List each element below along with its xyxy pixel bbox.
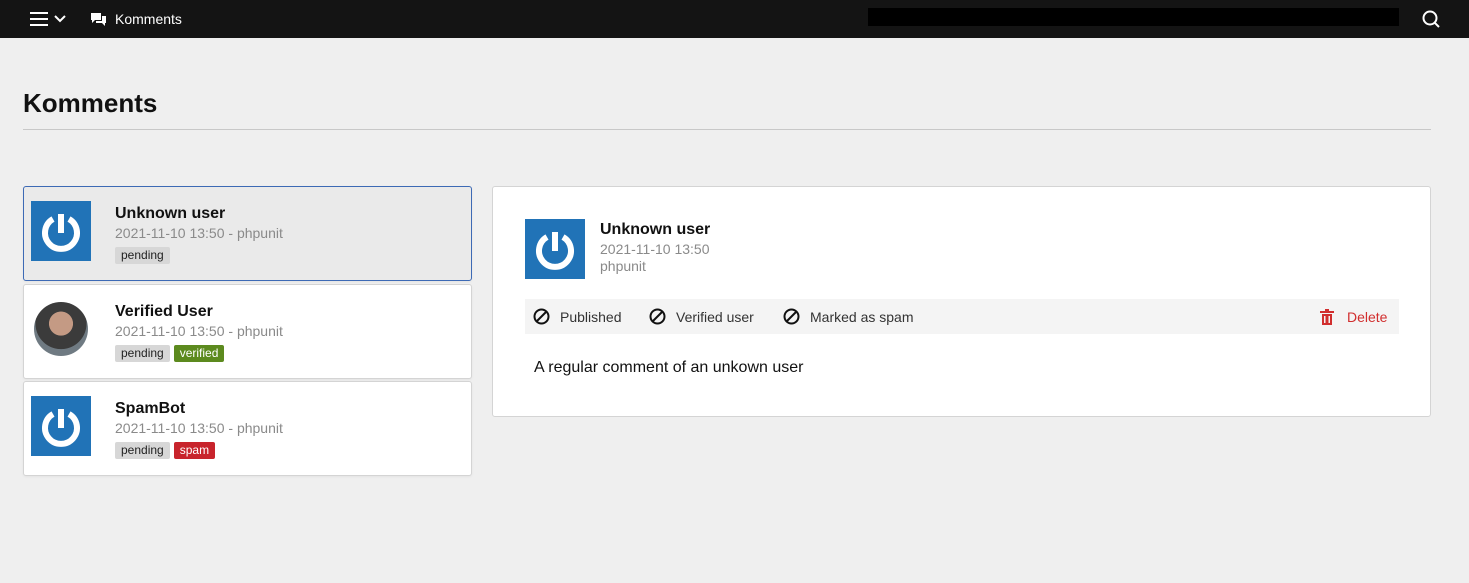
search-button[interactable] <box>1420 8 1442 30</box>
pending-badge: pending <box>115 442 170 459</box>
badge-group: pending spam <box>115 442 216 459</box>
published-label: Published <box>560 308 622 325</box>
delete-label: Delete <box>1347 308 1388 325</box>
comment-author-name: Unknown user <box>115 205 226 222</box>
marked-as-spam-label: Marked as spam <box>810 308 914 325</box>
comments-icon <box>91 12 106 26</box>
comment-list-item[interactable]: Unknown user 2021-11-10 13:50 - phpunit … <box>23 186 472 281</box>
page-title: Komments <box>23 88 158 118</box>
comment-list-item[interactable]: SpamBot 2021-11-10 13:50 - phpunit pendi… <box>23 381 472 476</box>
comment-list-item[interactable]: Verified User 2021-11-10 13:50 - phpunit… <box>23 284 472 379</box>
comment-author-name: SpamBot <box>115 400 186 417</box>
comment-body: A regular comment of an unkown user <box>534 359 804 376</box>
badge-group: pending <box>115 247 170 264</box>
user-photo-avatar <box>31 299 91 359</box>
title-divider <box>23 129 1431 130</box>
ban-icon <box>783 308 800 325</box>
comment-detail-panel: Unknown user 2021-11-10 13:50 phpunit Pu… <box>492 186 1431 417</box>
app-title[interactable]: Komments <box>90 9 182 29</box>
app-title-label: Komments <box>115 11 182 27</box>
user-photo <box>34 302 88 356</box>
delete-button[interactable]: Delete <box>1320 299 1387 334</box>
badge-group: pending verified <box>115 345 225 362</box>
ban-icon <box>533 308 550 325</box>
ban-icon <box>649 308 666 325</box>
hamburger-icon <box>30 12 48 26</box>
spam-badge: spam <box>173 442 216 459</box>
action-bar: Published Verified user Marked as spam D… <box>525 299 1399 334</box>
comment-meta: 2021-11-10 13:50 - phpunit <box>115 323 283 339</box>
chevron-down-icon <box>54 15 66 23</box>
search-icon <box>1422 10 1440 28</box>
pending-badge: pending <box>115 247 170 264</box>
typo3-logo-avatar <box>31 201 91 261</box>
typo3-logo-avatar <box>525 219 585 279</box>
menu-toggle-button[interactable] <box>30 9 72 29</box>
redacted-region <box>868 8 1399 26</box>
comment-author-name: Verified User <box>115 303 213 320</box>
verified-user-toggle[interactable]: Verified user <box>649 299 754 334</box>
detail-date: 2021-11-10 13:50 <box>600 241 710 257</box>
detail-source: phpunit <box>600 258 646 274</box>
published-toggle[interactable]: Published <box>533 299 622 334</box>
verified-user-label: Verified user <box>676 308 754 325</box>
pending-badge: pending <box>115 345 170 362</box>
comment-meta: 2021-11-10 13:50 - phpunit <box>115 420 283 436</box>
verified-badge: verified <box>173 345 225 362</box>
typo3-logo-avatar <box>31 396 91 456</box>
trash-icon <box>1320 308 1334 325</box>
detail-author-name: Unknown user <box>600 221 711 238</box>
comment-meta: 2021-11-10 13:50 - phpunit <box>115 225 283 241</box>
top-bar: Komments <box>0 0 1469 38</box>
marked-as-spam-toggle[interactable]: Marked as spam <box>783 299 913 334</box>
